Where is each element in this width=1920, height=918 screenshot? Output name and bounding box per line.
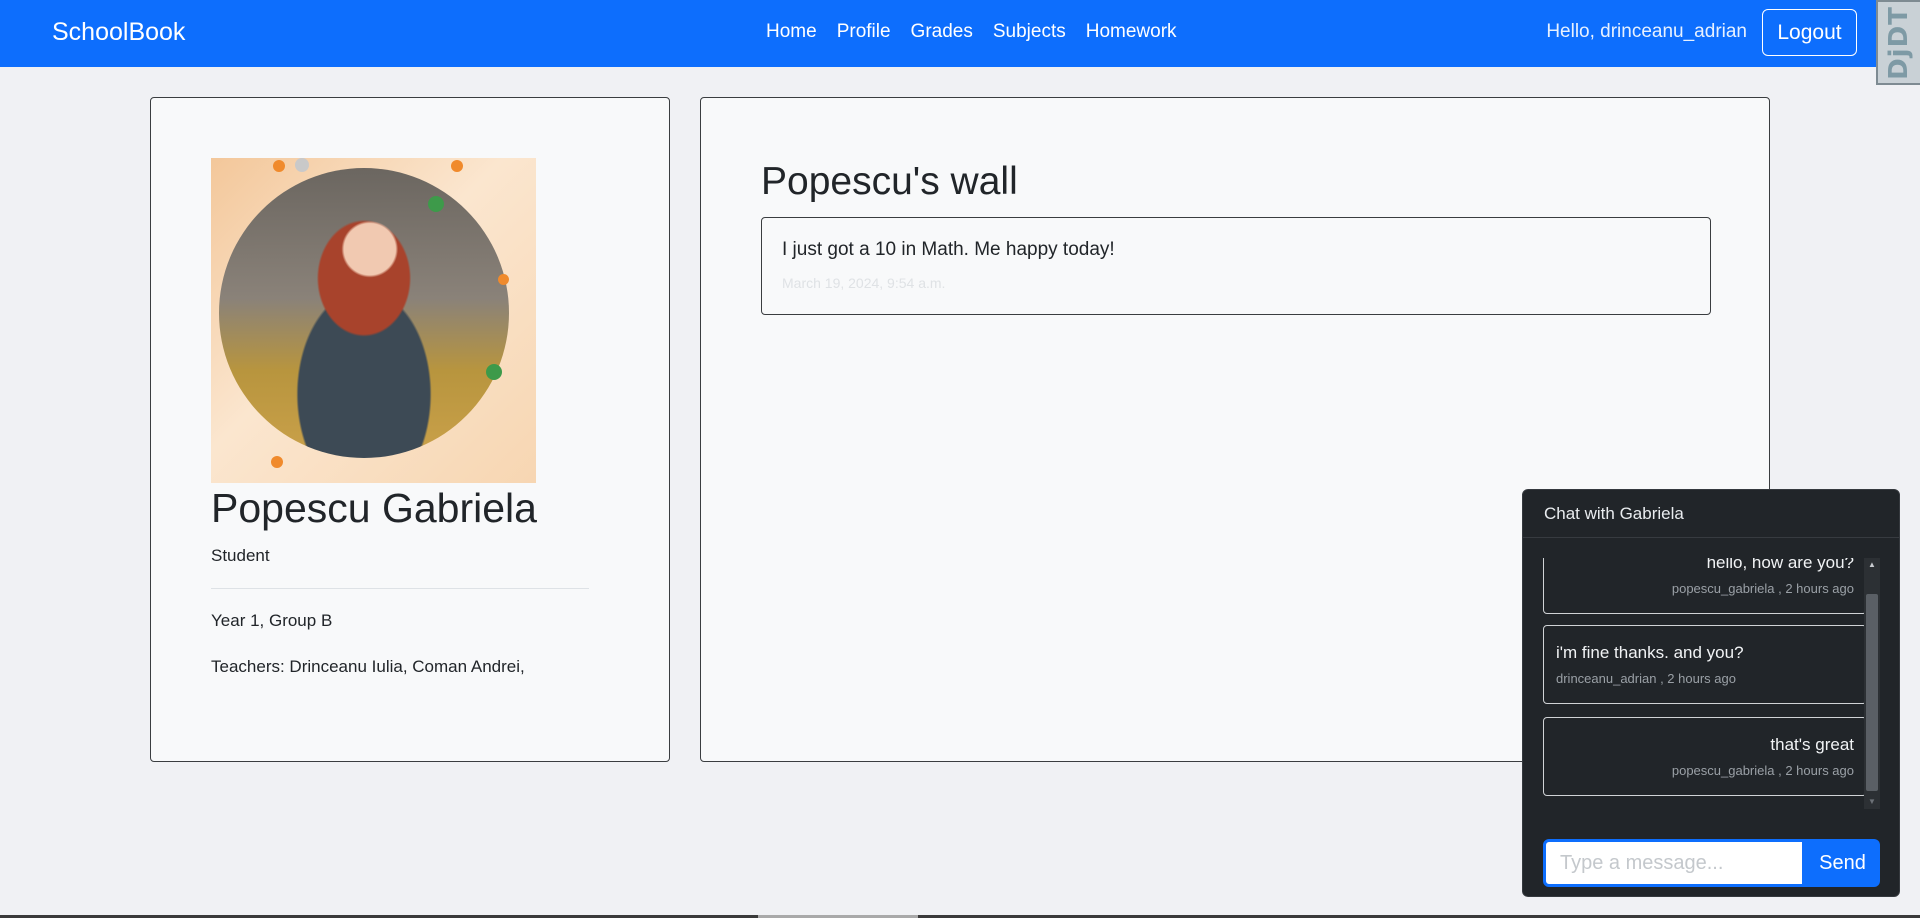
chat-title: Chat with Gabriela [1523, 490, 1899, 538]
chat-message-input[interactable] [1543, 839, 1805, 887]
chat-message-text: i'm fine thanks. and you? [1556, 643, 1744, 662]
wall-post: I just got a 10 in Math. Me happy today!… [761, 217, 1711, 315]
nav-link-homework[interactable]: Homework [1086, 20, 1177, 44]
post-text: I just got a 10 in Math. Me happy today! [782, 239, 1115, 260]
navbar: SchoolBook Home Profile Grades Subjects … [0, 0, 1920, 67]
decor-dot [486, 364, 502, 380]
decor-dot [271, 456, 283, 468]
profile-photo [211, 158, 536, 483]
profile-role: Student [211, 546, 270, 565]
user-greeting: Hello, drinceanu_adrian [1546, 21, 1747, 42]
profile-teachers: Teachers: Drinceanu Iulia, Coman Andrei, [211, 657, 525, 676]
chat-widget: Chat with Gabriela hello, how are you? p… [1522, 489, 1900, 897]
divider [211, 588, 589, 589]
send-button[interactable]: Send [1805, 839, 1880, 887]
profile-year-group: Year 1, Group B [211, 611, 333, 630]
decor-dot [273, 160, 285, 172]
scroll-thumb[interactable] [1866, 594, 1878, 791]
chat-message: that's great popescu_gabriela , 2 hours … [1543, 717, 1867, 796]
chat-message: hello, how are you? popescu_gabriela , 2… [1543, 558, 1867, 614]
chat-message-text: hello, how are you? [1706, 558, 1854, 572]
nav-link-subjects[interactable]: Subjects [993, 20, 1066, 44]
decor-dot [451, 160, 463, 172]
logout-button[interactable]: Logout [1762, 9, 1857, 56]
nav-links: Home Profile Grades Subjects Homework [766, 20, 1177, 44]
chat-message-meta: popescu_gabriela , 2 hours ago [1671, 763, 1854, 778]
profile-card: Popescu Gabriela Student Year 1, Group B… [150, 97, 670, 762]
nav-link-profile[interactable]: Profile [837, 20, 891, 44]
chat-message: i'm fine thanks. and you? drinceanu_adri… [1543, 625, 1867, 704]
chat-message-text: that's great [1770, 735, 1854, 754]
debug-toolbar-handle[interactable]: DjDT [1876, 0, 1920, 85]
chat-message-meta: popescu_gabriela , 2 hours ago [1671, 581, 1854, 596]
chat-messages[interactable]: hello, how are you? popescu_gabriela , 2… [1543, 558, 1867, 797]
wall-title: Popescu's wall [761, 160, 1018, 203]
chat-scrollbar[interactable]: ▲ ▼ [1864, 558, 1880, 809]
scroll-down-arrow-icon[interactable]: ▼ [1867, 797, 1877, 807]
scroll-up-arrow-icon[interactable]: ▲ [1867, 560, 1877, 570]
profile-photo-portrait [219, 168, 509, 458]
brand-logo[interactable]: SchoolBook [52, 16, 185, 48]
chat-message-meta: drinceanu_adrian , 2 hours ago [1556, 671, 1736, 686]
decor-dot [428, 196, 444, 212]
debug-toolbar-label: DjDT [1884, 5, 1914, 80]
decor-dot [295, 158, 309, 172]
profile-name: Popescu Gabriela [211, 485, 537, 531]
decor-dot [498, 274, 509, 285]
post-date: March 19, 2024, 9:54 a.m. [782, 275, 946, 291]
nav-link-home[interactable]: Home [766, 20, 817, 44]
nav-link-grades[interactable]: Grades [911, 20, 973, 44]
